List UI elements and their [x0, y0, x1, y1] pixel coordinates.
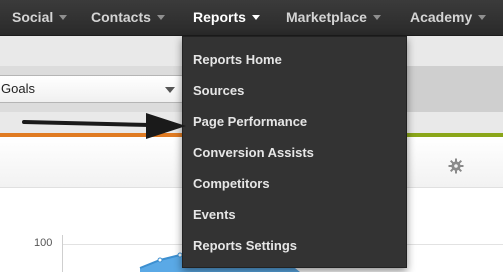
nav-item-social[interactable]: Social: [12, 0, 68, 35]
nav-item-marketplace[interactable]: Marketplace: [286, 0, 381, 35]
nav-item-contacts[interactable]: Contacts: [91, 0, 165, 35]
menu-item-sources[interactable]: Sources: [193, 83, 244, 99]
reports-dropdown-menu: Reports Home Sources Page Performance Co…: [182, 36, 407, 268]
nav-item-label: Reports: [193, 9, 246, 25]
chart-y-tick-label: 100: [34, 237, 53, 249]
caret-down-icon: [156, 14, 165, 20]
menu-item-events[interactable]: Events: [193, 207, 236, 223]
nav-item-label: Academy: [410, 9, 473, 25]
nav-item-label: Social: [12, 9, 54, 25]
menu-item-reports-home[interactable]: Reports Home: [193, 52, 282, 68]
menu-item-reports-settings[interactable]: Reports Settings: [193, 238, 297, 254]
chevron-down-icon: [165, 87, 175, 93]
filter-bar-right-panel: [404, 66, 503, 112]
chart-y-axis: [62, 235, 63, 272]
caret-down-icon: [372, 14, 381, 20]
nav-item-academy[interactable]: Academy: [410, 0, 487, 35]
menu-item-competitors[interactable]: Competitors: [193, 176, 270, 192]
nav-item-label: Marketplace: [286, 9, 367, 25]
nav-item-reports[interactable]: Reports: [193, 0, 260, 35]
gear-icon[interactable]: [448, 158, 464, 174]
caret-down-icon: [478, 14, 487, 20]
menu-item-page-performance[interactable]: Page Performance: [193, 114, 307, 130]
caret-down-icon: [59, 14, 68, 20]
goals-select-value: Goals: [1, 81, 35, 96]
nav-item-label: Contacts: [91, 9, 151, 25]
arrow-annotation-icon: [22, 113, 186, 139]
menu-item-conversion-assists[interactable]: Conversion Assists: [193, 145, 314, 161]
caret-down-icon: [251, 14, 260, 20]
top-nav-bar: Social Contacts Reports Marketplace Acad…: [0, 0, 503, 36]
goals-select[interactable]: Goals: [0, 75, 184, 103]
